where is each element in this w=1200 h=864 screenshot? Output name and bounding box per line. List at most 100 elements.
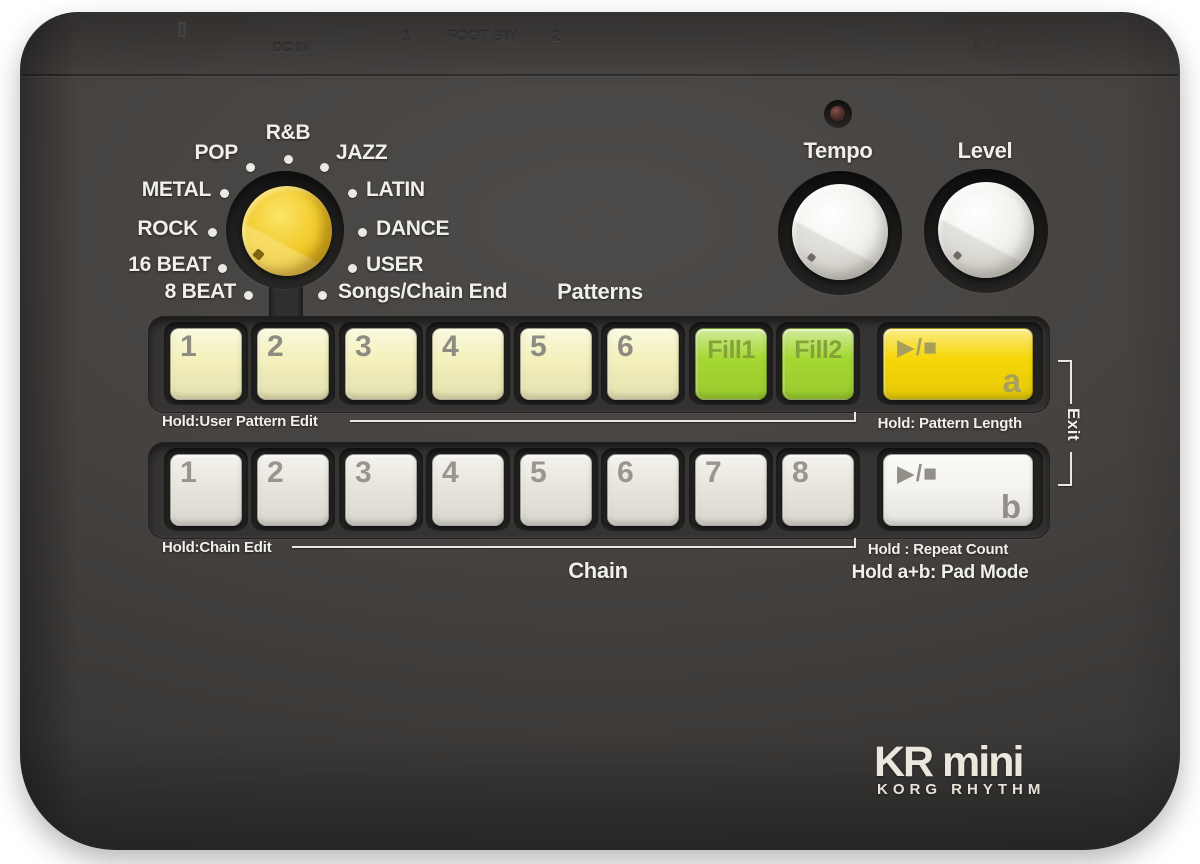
selector-dot (208, 228, 217, 237)
pad-socket: 2 (251, 322, 335, 406)
product-photo: ◇◆ DC 9V 1 FOOT SW 2 R&B P (0, 0, 1200, 864)
rear-panel-edge (22, 12, 1178, 76)
chain-pad-8[interactable]: 8 (782, 454, 854, 526)
pad-socket: 5 (514, 448, 598, 532)
pad-socket: ▶/■ b (877, 448, 1043, 532)
footsw-1-label: 1 (402, 28, 410, 45)
footsw-2-label: 2 (552, 28, 560, 45)
genre-label-pop: POP (195, 141, 238, 165)
pad-socket: 5 (514, 322, 598, 406)
underline (292, 546, 856, 548)
hold-user-pattern-edit-label: Hold:User Pattern Edit (162, 413, 318, 430)
korg-rhythm-logo: KORG RHYTHM (877, 781, 1045, 798)
tempo-knob[interactable] (792, 184, 888, 280)
pattern-pad-4[interactable]: 4 (432, 328, 504, 400)
pad-number: 1 (180, 330, 197, 364)
play-stop-a-button[interactable]: ▶/■ a (883, 328, 1033, 400)
line-tick (854, 538, 856, 548)
selector-dot (220, 189, 229, 198)
pad-socket: 8 (776, 448, 860, 532)
play-stop-b-button[interactable]: ▶/■ b (883, 454, 1033, 526)
genre-label-16beat: 16 BEAT (128, 253, 211, 277)
pad-number: 6 (617, 330, 634, 364)
play-stop-icon: ▶/■ (897, 460, 938, 487)
pad-number: 5 (530, 456, 547, 490)
tempo-led (830, 106, 845, 121)
headphone-icon (974, 28, 1000, 49)
chain-strip: 1 2 3 4 (148, 442, 1050, 539)
fill-label: Fill2 (783, 336, 853, 365)
genre-label-user: USER (366, 253, 423, 277)
play-stop-icon: ▶/■ (897, 334, 938, 361)
chain-section-label: Chain (568, 558, 628, 584)
pad-socket: 3 (339, 322, 423, 406)
power-icon (170, 24, 194, 48)
pad-socket: 2 (251, 448, 335, 532)
pad-socket: Fill2 (776, 322, 860, 406)
pattern-pad-5[interactable]: 5 (520, 328, 592, 400)
patterns-section-label: Patterns (557, 279, 643, 305)
chain-pad-7[interactable]: 7 (695, 454, 767, 526)
pad-number: 7 (705, 456, 722, 490)
genre-label-dance: DANCE (376, 217, 449, 241)
pad-socket: Fill1 (689, 322, 773, 406)
pad-number: 4 (442, 456, 459, 490)
line-tick (854, 412, 856, 422)
pad-number: 1 (180, 456, 197, 490)
pad-number: 4 (442, 330, 459, 364)
genre-label-rnb: R&B (266, 121, 311, 145)
chain-pad-1[interactable]: 1 (170, 454, 242, 526)
genre-label-jazz: JAZZ (336, 141, 387, 165)
tempo-led-well (824, 100, 852, 128)
pad-number: 2 (267, 456, 284, 490)
selector-dot (246, 163, 255, 172)
dc-polarity-icon: ◇◆ (266, 22, 318, 39)
fill-label: Fill1 (696, 336, 766, 365)
underline (350, 420, 856, 422)
pad-socket: 3 (339, 448, 423, 532)
tempo-label: Tempo (804, 138, 873, 164)
chain-pad-4[interactable]: 4 (432, 454, 504, 526)
selector-dot (318, 291, 327, 300)
chain-pad-2[interactable]: 2 (257, 454, 329, 526)
hold-pattern-length-label: Hold: Pattern Length (878, 415, 1022, 432)
pattern-pad-1[interactable]: 1 (170, 328, 242, 400)
level-label: Level (958, 138, 1013, 164)
selector-dot (348, 264, 357, 273)
pattern-pad-3[interactable]: 3 (345, 328, 417, 400)
level-knob[interactable] (938, 182, 1034, 278)
row-a-letter: a (1003, 362, 1021, 400)
genre-selector-knob[interactable] (242, 186, 332, 276)
selector-dot (320, 163, 329, 172)
exit-bracket-bottom (1058, 484, 1072, 486)
pad-socket: 7 (689, 448, 773, 532)
selector-dot (348, 189, 357, 198)
fill2-pad[interactable]: Fill2 (782, 328, 854, 400)
pad-number: 6 (617, 456, 634, 490)
selector-dot (284, 155, 293, 164)
hold-chain-edit-label: Hold:Chain Edit (162, 539, 272, 556)
chain-pad-6[interactable]: 6 (607, 454, 679, 526)
pad-socket: 1 (164, 322, 248, 406)
genre-label-latin: LATIN (366, 178, 425, 202)
chain-pad-5[interactable]: 5 (520, 454, 592, 526)
genre-label-rock: ROCK (137, 217, 198, 241)
footsw-label: FOOT SW (447, 28, 517, 45)
pad-socket: 1 (164, 448, 248, 532)
pad-socket: 6 (601, 448, 685, 532)
hold-repeat-count-label: Hold : Repeat Count (868, 541, 1008, 558)
genre-label-8beat: 8 BEAT (165, 280, 236, 304)
exit-bracket (1070, 452, 1072, 486)
pad-socket: 4 (426, 322, 510, 406)
dc-9v-label: DC 9V (273, 40, 311, 55)
chain-pad-3[interactable]: 3 (345, 454, 417, 526)
hold-ab-pad-mode-label: Hold a+b: Pad Mode (852, 562, 1029, 584)
kr-mini-logo: KR mini (874, 738, 1022, 787)
pad-socket: 4 (426, 448, 510, 532)
pattern-pad-2[interactable]: 2 (257, 328, 329, 400)
fill1-pad[interactable]: Fill1 (695, 328, 767, 400)
exit-label: Exit (1063, 408, 1083, 441)
selector-dot (358, 228, 367, 237)
pad-number: 5 (530, 330, 547, 364)
pattern-pad-6[interactable]: 6 (607, 328, 679, 400)
